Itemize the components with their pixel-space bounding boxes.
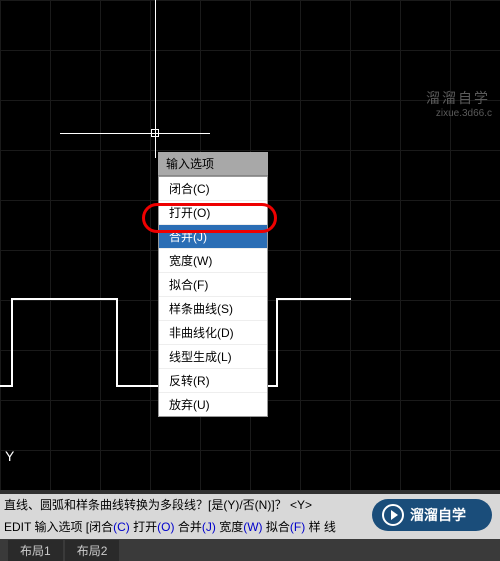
context-menu: 输入选项 闭合(C) 打开(O) 合并(J) 宽度(W) 拟合(F) 样条曲线(… [158,152,268,417]
menu-item-join[interactable]: 合并(J) [159,225,267,249]
menu-item-decurve[interactable]: 非曲线化(D) [159,321,267,345]
menu-header: 输入选项 [158,152,268,176]
menu-item-width[interactable]: 宽度(W) [159,249,267,273]
watermark-text: 溜溜自学 [426,88,490,108]
menu-item-fit[interactable]: 拟合(F) [159,273,267,297]
play-badge-text: 溜溜自学 [410,505,466,525]
crosshair-pickbox [151,129,159,137]
cad-canvas[interactable]: Y 溜溜自学 zixue.3d66.c 输入选项 闭合(C) 打开(O) 合并(… [0,0,500,490]
menu-items-container: 闭合(C) 打开(O) 合并(J) 宽度(W) 拟合(F) 样条曲线(S) 非曲… [158,176,268,417]
layout-tabs: 布局1 布局2 [0,539,500,561]
cmd-prefix: EDIT 输入选项 [ [4,520,89,534]
crosshair-horizontal [60,133,210,134]
tab-layout-1[interactable]: 布局1 [8,540,63,561]
menu-item-undo[interactable]: 放弃(U) [159,393,267,416]
menu-item-spline[interactable]: 样条曲线(S) [159,297,267,321]
menu-item-reverse[interactable]: 反转(R) [159,369,267,393]
menu-item-close[interactable]: 闭合(C) [159,177,267,201]
menu-item-open[interactable]: 打开(O) [159,201,267,225]
watermark-url: zixue.3d66.c [436,108,492,119]
cmd-suffix: 线 [321,520,336,534]
play-badge[interactable]: 溜溜自学 [372,499,492,531]
axis-y-label: Y [5,448,14,464]
play-icon [382,504,404,526]
tab-layout-2[interactable]: 布局2 [65,540,120,561]
menu-item-ltype[interactable]: 线型生成(L) [159,345,267,369]
